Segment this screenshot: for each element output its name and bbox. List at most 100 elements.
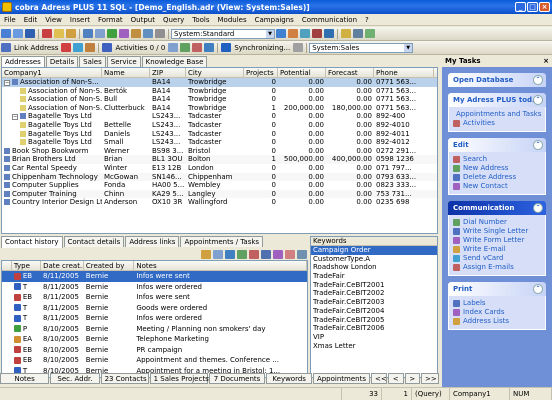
table-row[interactable]: − Association of Non-S... BA14 Trowbridge 0 0…	[2, 78, 437, 87]
tab-knowledge-base[interactable]: Knowledge Base	[141, 56, 208, 67]
keyword-item[interactable]: VIP	[311, 333, 437, 342]
keyword-item[interactable]: Campaign Order	[311, 246, 437, 255]
contact-icon[interactable]	[73, 43, 84, 52]
keyword-item[interactable]: CustomerType.A	[311, 255, 437, 264]
forms-icon[interactable]	[300, 29, 310, 38]
bottom-tab-2[interactable]: 23 Contacts	[100, 373, 149, 384]
history-row[interactable]: T 8/11/2005 Bernie Infos were ordered	[2, 282, 307, 293]
menu-item-format[interactable]: Format	[94, 14, 127, 26]
save-icon[interactable]	[25, 29, 35, 38]
table-row[interactable]: Brian Brothers Ltd Brian BL1 3OU Bolton 1 500…	[2, 155, 437, 164]
bottom-tab-8[interactable]: <	[387, 373, 404, 384]
history-row[interactable]: T 8/11/2005 Bernie Goods were ordered	[2, 303, 307, 314]
table-row[interactable]: Computer Training Chinn KA29 5... Langley 0 0…	[2, 189, 437, 199]
filter-icon[interactable]	[83, 29, 93, 38]
task-link[interactable]: Write Single Letter	[453, 227, 541, 236]
edit-view-icon[interactable]	[288, 29, 298, 38]
alarm-icon[interactable]	[192, 43, 203, 52]
open-history-icon[interactable]	[213, 249, 223, 259]
bottom-tab-9[interactable]: >	[404, 373, 421, 384]
sales-view-combo[interactable]: System:Sales ▼	[309, 42, 414, 53]
activities-button[interactable]: Activities 0 / 0	[113, 44, 167, 52]
expand-icon[interactable]: −	[12, 114, 18, 121]
tab-appointments-tasks[interactable]: Appointments / Tasks	[180, 236, 264, 247]
history-row[interactable]: EB 8/10/2005 Bernie Appointment and themes.…	[2, 355, 307, 366]
task-link[interactable]: Address Lists	[453, 317, 541, 326]
task-link[interactable]: New Address	[453, 164, 541, 173]
column-header-forecast[interactable]: Forecast	[326, 68, 374, 78]
tab-details[interactable]: Details	[45, 56, 79, 67]
menu-item-modules[interactable]: Modules	[214, 14, 251, 26]
bottom-tab-5[interactable]: Keywords	[266, 373, 312, 384]
task-link[interactable]: Assign E-mails	[453, 263, 541, 272]
print-icon[interactable]	[143, 29, 153, 38]
table-row[interactable]: − Bagatelle Toys Ltd LS243... Tadcaster 0 0.0…	[2, 112, 437, 121]
history-row[interactable]: EB 8/11/2005 Bernie Infos were sent	[2, 292, 307, 303]
preview-icon[interactable]	[155, 29, 165, 38]
pin-history-icon[interactable]	[285, 249, 295, 259]
report-icon[interactable]	[131, 29, 141, 38]
keyword-item[interactable]: TradeFair.CeBIT2006	[311, 324, 437, 333]
menu-item-view[interactable]: View	[41, 14, 66, 26]
options-icon[interactable]	[353, 29, 363, 38]
history-row[interactable]: P 8/10/2005 Bernie Meeting / Planning non s…	[2, 324, 307, 335]
column-header-city[interactable]: City	[186, 68, 244, 78]
column-header-projects[interactable]: Projects	[244, 68, 278, 78]
history-header-createdby[interactable]: Created by	[84, 261, 135, 271]
menu-item-query[interactable]: Query	[159, 14, 188, 26]
bottom-tab-3[interactable]: 1 Sales Projects	[149, 373, 209, 384]
view-icon[interactable]	[1, 29, 11, 38]
table-icon[interactable]	[13, 29, 23, 38]
new-history-icon[interactable]	[201, 249, 211, 259]
find-icon[interactable]	[107, 29, 117, 38]
table-row[interactable]: Association of Non-S... Clutterbuck BA14 Tr…	[2, 104, 437, 113]
bottom-tab-6[interactable]: Appointments	[312, 373, 370, 384]
phone-history-icon[interactable]	[237, 249, 247, 259]
cut-icon[interactable]	[42, 29, 52, 38]
tab-sales[interactable]: Sales	[79, 56, 106, 67]
sync-options-icon[interactable]	[293, 43, 304, 52]
column-header-potential[interactable]: Potential	[278, 68, 326, 78]
table-row[interactable]: Book Shop Bookworm Werner BS98 3... Bristol…	[2, 147, 437, 156]
task-link[interactable]: Write E-mail	[453, 245, 541, 254]
task-link[interactable]: Labels	[453, 299, 541, 308]
table-row[interactable]: Country Interior Design Ltd Anderson OX10 …	[2, 198, 437, 207]
tools-icon[interactable]	[341, 29, 351, 38]
bottom-tab-10[interactable]: >>	[421, 373, 440, 384]
tab-address-links[interactable]: Address links	[125, 236, 180, 247]
tab-service[interactable]: Service	[106, 56, 141, 67]
history-header-type[interactable]: Type	[12, 261, 42, 271]
menu-item-campaigns[interactable]: Campaigns	[251, 14, 298, 26]
history-row[interactable]: EB 8/10/2005 Bernie PR campaign	[2, 345, 307, 356]
task-panel-header[interactable]: Print ⌃	[448, 282, 546, 296]
history-header-notes[interactable]: Notes	[134, 261, 307, 271]
refresh-icon[interactable]	[276, 29, 286, 38]
history-row[interactable]: EA 8/10/2005 Bernie Telephone Marketing	[2, 334, 307, 345]
task-panel-header[interactable]: Open Database ⌃	[448, 73, 546, 87]
query-icon[interactable]	[119, 29, 129, 38]
close-button[interactable]: ×	[539, 2, 550, 12]
task-link[interactable]: Delete Address	[453, 173, 541, 182]
print-history-icon[interactable]	[261, 249, 271, 259]
keyword-item[interactable]: TradeFair	[311, 272, 437, 281]
calendar-icon[interactable]	[168, 43, 179, 52]
table-row[interactable]: Car Rental Speedy Winter E13 12B London 0 0.0…	[2, 164, 437, 173]
bottom-tab-1[interactable]: Sec. Addr.	[50, 373, 100, 384]
chevron-up-icon[interactable]: ⌃	[533, 75, 543, 85]
menu-item-tools[interactable]: Tools	[188, 14, 213, 26]
maximize-button[interactable]: □	[527, 2, 538, 12]
task-panel-header[interactable]: Communication ⌃	[448, 201, 546, 215]
task-link[interactable]: Activities	[453, 119, 541, 128]
menu-item-insert[interactable]: Insert	[66, 14, 94, 26]
tab-contact-history[interactable]: Contact history	[1, 235, 63, 248]
chevron-up-icon[interactable]: ⌃	[533, 284, 543, 294]
keyword-item[interactable]: Roadshow London	[311, 263, 437, 272]
history-row[interactable]: EB 8/11/2005 Bernie Infos were sent	[2, 271, 307, 282]
table-row[interactable]: Bagatelle Toys Ltd Daniels LS243... Tadcast…	[2, 130, 437, 139]
tab-contact-details[interactable]: Contact details	[63, 236, 125, 247]
table-row[interactable]: Chippenham Technology McGowan SN146... Chip…	[2, 172, 437, 182]
mail-history-icon[interactable]	[225, 249, 235, 259]
keyword-item[interactable]: TradeFair.CeBIT2005	[311, 316, 437, 325]
task-panel-header[interactable]: Edit ⌃	[448, 138, 546, 152]
table-row[interactable]: Association of Non-S... Bull BA14 Trowbridg…	[2, 95, 437, 104]
